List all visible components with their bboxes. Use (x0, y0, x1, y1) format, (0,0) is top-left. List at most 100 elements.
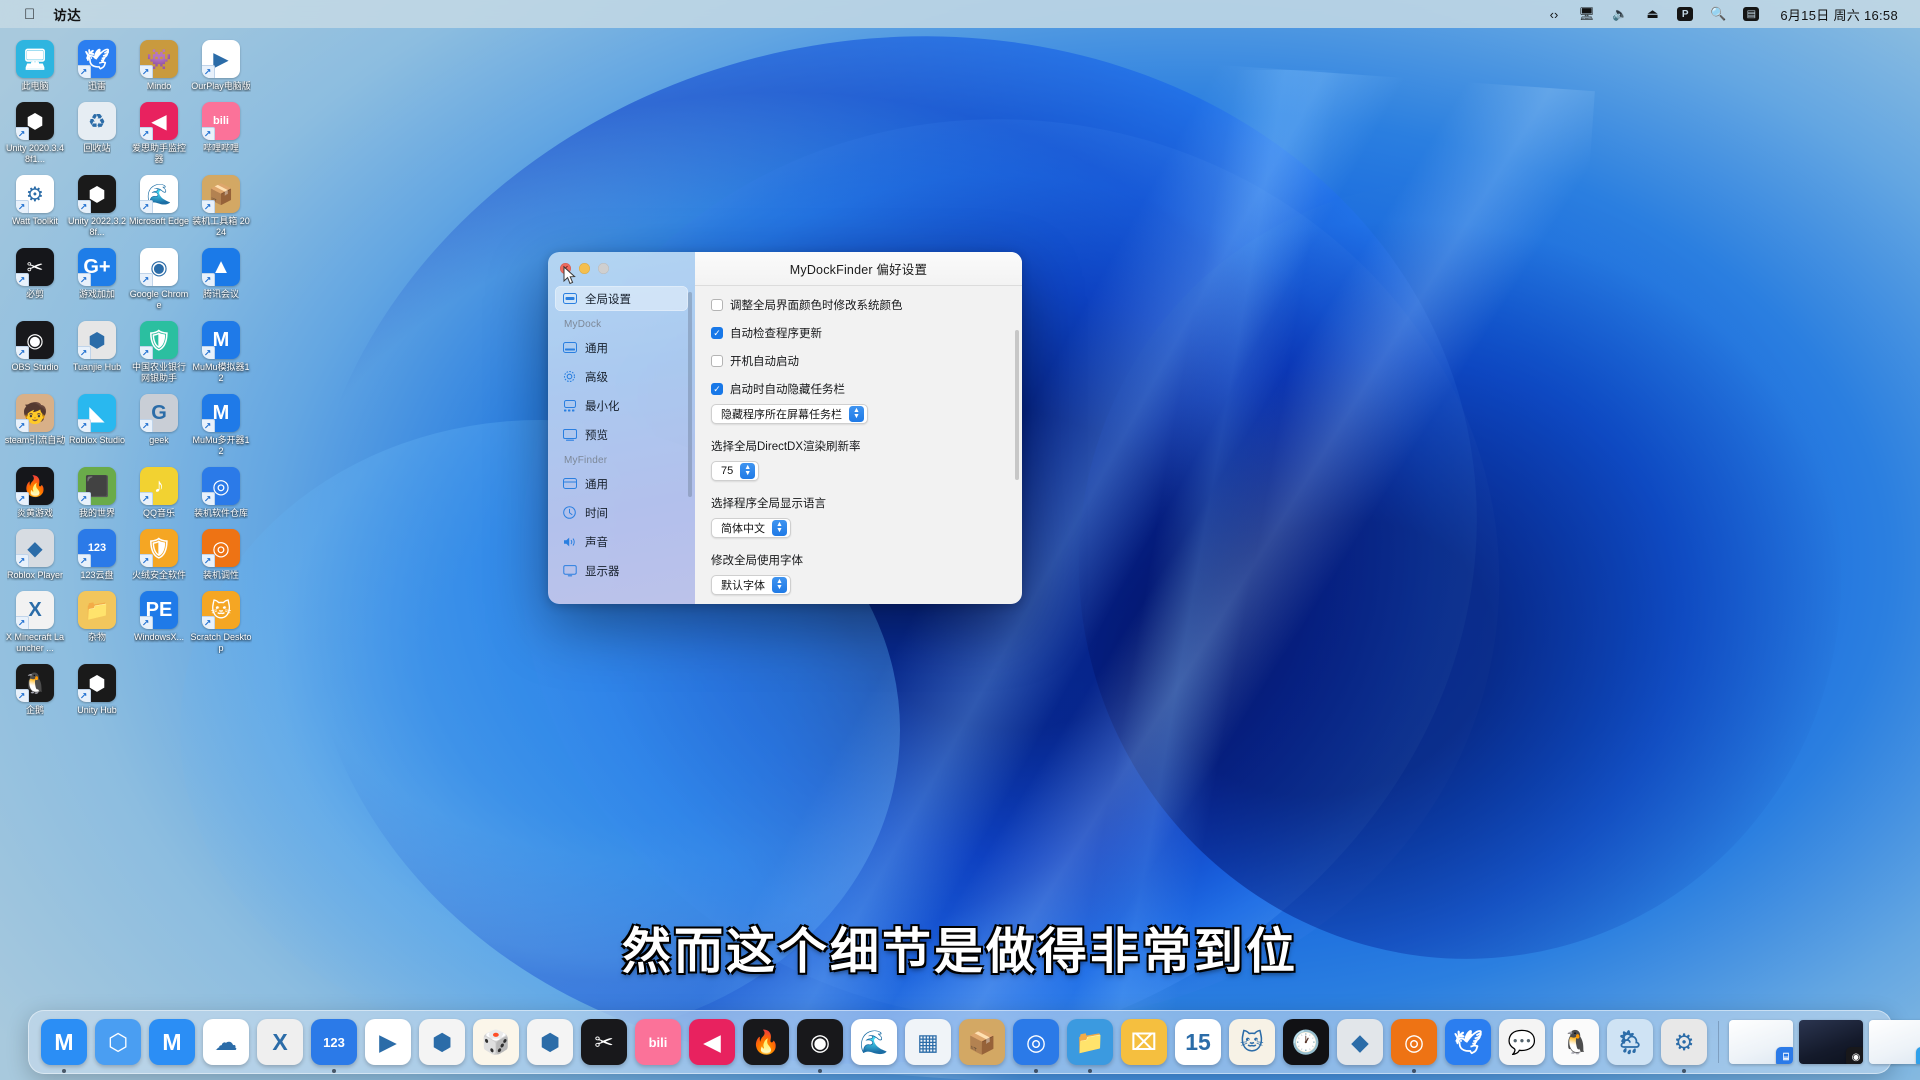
desktop-icon-mumu-multi-12[interactable]: M MuMu多开器12 (190, 388, 252, 457)
dock-item-play-store[interactable]: ▶ (362, 1016, 414, 1068)
chevron-updown-icon[interactable]: ▲ ▼ (849, 406, 864, 422)
dock-item-toolbox[interactable]: 📦 (956, 1016, 1008, 1068)
checkbox-row-sync-system-color[interactable]: 调整全局界面颜色时修改系统颜色 (711, 297, 1006, 313)
sidebar-item-mydock-1[interactable]: 高级 (555, 364, 688, 389)
desktop-icon-mindo[interactable]: 👾 Mindo (128, 34, 190, 92)
desktop-icon-123-pan[interactable]: 123 123云盘 (66, 523, 128, 581)
dock-item-aisi-assistant[interactable]: ◀ (686, 1016, 738, 1068)
desktop-icon-x-minecraft-launcher[interactable]: X X Minecraft Launcher ... (4, 585, 66, 654)
desktop-icon-toolbox-2024[interactable]: 📦 装机工具箱 2024 (190, 169, 252, 238)
dock-item-start-menu[interactable]: ▦ (902, 1016, 954, 1068)
desktop-icon-ourplay[interactable]: ▶ OurPlay电脑版 (190, 34, 252, 92)
desktop-icon-mumu-emulator-12[interactable]: M MuMu模拟器12 (190, 315, 252, 384)
desktop-icon-unity-hub[interactable]: ⬢ Unity Hub (66, 658, 128, 716)
content-scrollbar[interactable] (1015, 330, 1019, 480)
desktop-icon-obs-studio[interactable]: ◉ OBS Studio (4, 315, 66, 384)
control-center-icon[interactable]: ▤ (1743, 7, 1760, 21)
sync-system-color-checkbox[interactable] (711, 299, 723, 311)
dock-item-bilibili[interactable]: bili (632, 1016, 684, 1068)
sidebar-item-mydock-2[interactable]: 最小化 (555, 393, 688, 418)
dock-item-roblox-player[interactable]: ◆ (1334, 1016, 1386, 1068)
parsec-icon[interactable]: P (1677, 7, 1694, 21)
checkbox-row-launch-at-startup[interactable]: 开机自动启动 (711, 353, 1006, 369)
dock-item-microsoft-edge[interactable]: 🌊 (848, 1016, 900, 1068)
dock-item-clock[interactable]: 🕐 (1280, 1016, 1332, 1068)
desktop-icon-steam-auto[interactable]: 🧒 steam引流自动 (4, 388, 66, 457)
chevron-updown-icon[interactable]: ▲ ▼ (740, 463, 756, 479)
desktop-icon-unity-2022[interactable]: ⬢ Unity 2022.3.28f... (66, 169, 128, 238)
sidebar-item-myfinder-3[interactable]: 显示器 (555, 558, 688, 583)
dock-item-mumu-player[interactable]: M (38, 1016, 90, 1068)
desktop-icon-microsoft-edge[interactable]: 🌊 Microsoft Edge (128, 169, 190, 238)
eject-icon[interactable]: ⏏ (1645, 6, 1660, 22)
desktop-icon-aisi-helper[interactable]: ◀ 爱思助手监控器 (128, 96, 190, 165)
desktop-icon-google-chrome[interactable]: ◉ Google Chrome (128, 242, 190, 311)
dock-item-x-minecraft[interactable]: X (254, 1016, 306, 1068)
desktop-icon-tuanjie-hub[interactable]: ⬢ Tuanjie Hub (66, 315, 128, 384)
desktop-icon-zhuangji-tiaoxing[interactable]: ◎ 装机调性 (190, 523, 252, 581)
display-icon[interactable]: 🖥 (1578, 6, 1595, 22)
dock-item-zhuangji-tiaoxing[interactable]: ◎ (1388, 1016, 1440, 1068)
minimized-window-video[interactable]: ◉ (1799, 1020, 1863, 1064)
menubar-clock[interactable]: 6月15日 周六 16:58 (1780, 5, 1898, 24)
desktop-icon-yanhuang-game[interactable]: 🔥 炎黄游戏 (4, 461, 66, 519)
desktop-icon-qq[interactable]: 🐧 企鹅 (4, 658, 66, 716)
desktop-icon-misc-folder[interactable]: 📁 杂物 (66, 585, 128, 654)
desktop-icon-game-plus[interactable]: G+ 游戏加加 (66, 242, 128, 311)
minimize-button[interactable] (579, 263, 590, 274)
desktop-icon-scratch-desktop[interactable]: 🐱 Scratch Desktop (190, 585, 252, 654)
minimized-window-finder[interactable]: ⌸ (1729, 1020, 1793, 1064)
dock-item-mumu-multi[interactable]: M (146, 1016, 198, 1068)
desktop-icon-software-repo[interactable]: ◎ 装机软件仓库 (190, 461, 252, 519)
minimized-window-settings[interactable]: ▤ (1869, 1020, 1920, 1064)
desktop-icon-roblox-player[interactable]: ◆ Roblox Player (4, 523, 66, 581)
desktop-icon-bijian[interactable]: ✂ 必剪 (4, 242, 66, 311)
sidebar-item-mydock-3[interactable]: 预览 (555, 422, 688, 447)
sidebar-item-myfinder-0[interactable]: 通用 (555, 471, 688, 496)
dock-item-cloud-drive[interactable]: ☁ (200, 1016, 252, 1068)
dock-item-123-pan[interactable]: 123 (308, 1016, 360, 1068)
dock-item-software-center[interactable]: ◎ (1010, 1016, 1062, 1068)
dock-item-thunder[interactable]: 🕊 (1442, 1016, 1494, 1068)
sidebar-scrollbar[interactable] (688, 292, 692, 497)
auto-hide-taskbar-checkbox[interactable] (711, 383, 723, 395)
checkbox-row-auto-check-update[interactable]: 自动检查程序更新 (711, 325, 1006, 341)
menubar-app-name[interactable]: 访达 (53, 4, 81, 24)
apple-logo-icon[interactable]:  (24, 7, 35, 22)
taskbar-hide-mode-select[interactable]: 隐藏程序所在屏幕任务栏 ▲ ▼ (711, 404, 868, 424)
dock-item-settings-gear[interactable]: ⚙ (1658, 1016, 1710, 1068)
desktop-icon-this-pc[interactable]: 🖥 此电脑 (4, 34, 66, 92)
sidebar-item-myfinder-1[interactable]: 时间 (555, 500, 688, 525)
desktop-icon-thunder[interactable]: 🕊 迅雷 (66, 34, 128, 92)
volume-icon[interactable]: 🔈 (1612, 6, 1628, 22)
dock-item-mumu-settings[interactable]: ⬡ (92, 1016, 144, 1068)
language-select[interactable]: 简体中文 ▲ ▼ (711, 518, 791, 538)
desktop-icon-watt-toolkit[interactable]: ⚙ Watt Toolkit (4, 169, 66, 238)
font-select[interactable]: 默认字体 ▲ ▼ (711, 575, 791, 595)
dock-item-bijian[interactable]: ✂ (578, 1016, 630, 1068)
desktop-icon-recycle-bin[interactable]: ♻ 回收站 (66, 96, 128, 165)
desktop-icon-abc-bank-helper[interactable]: 🛡 中国农业银行网银助手 (128, 315, 190, 384)
maximize-button[interactable] (598, 263, 609, 274)
desktop-icon-huorong-security[interactable]: 🛡 火绒安全软件 (128, 523, 190, 581)
desktop-icon-minecraft[interactable]: ⬛ 我的世界 (66, 461, 128, 519)
dock-item-tuanjie-hub[interactable]: ⬢ (524, 1016, 576, 1068)
mydockfinder-preferences-window[interactable]: 全局设置MyDock通用高级最小化预览MyFinder通用时间声音显示器 MyD… (548, 252, 1022, 604)
dock-item-calendar[interactable]: 15 (1172, 1016, 1224, 1068)
desktop-icon-geek[interactable]: Ggeek (128, 388, 190, 457)
directx-refresh-select[interactable]: 75 ▲ ▼ (711, 461, 760, 481)
checkbox-row-auto-hide-taskbar[interactable]: 启动时自动隐藏任务栏 (711, 381, 1006, 397)
dock-item-yanhuang-game[interactable]: 🔥 (740, 1016, 792, 1068)
dock-item-game-pile[interactable]: 🎲 (470, 1016, 522, 1068)
launch-at-startup-checkbox[interactable] (711, 355, 723, 367)
desktop-icon-tencent-meeting[interactable]: ▲ 腾讯会议 (190, 242, 252, 311)
dock-item-weather[interactable]: 🌦 (1604, 1016, 1656, 1068)
desktop-icon-qq-music[interactable]: ♪ QQ音乐 (128, 461, 190, 519)
dock-item-scratch-desktop[interactable]: 🐱 (1226, 1016, 1278, 1068)
dock-item-notes[interactable]: ⌧ (1118, 1016, 1170, 1068)
desktop-icon-roblox-studio[interactable]: ◣ Roblox Studio (66, 388, 128, 457)
sidebar-item-global-settings[interactable]: 全局设置 (555, 286, 688, 311)
dock-item-unity-hub[interactable]: ⬢ (416, 1016, 468, 1068)
desktop-icon-bilibili[interactable]: bili 哔哩哔哩 (190, 96, 252, 165)
dock-item-obs-studio[interactable]: ◉ (794, 1016, 846, 1068)
